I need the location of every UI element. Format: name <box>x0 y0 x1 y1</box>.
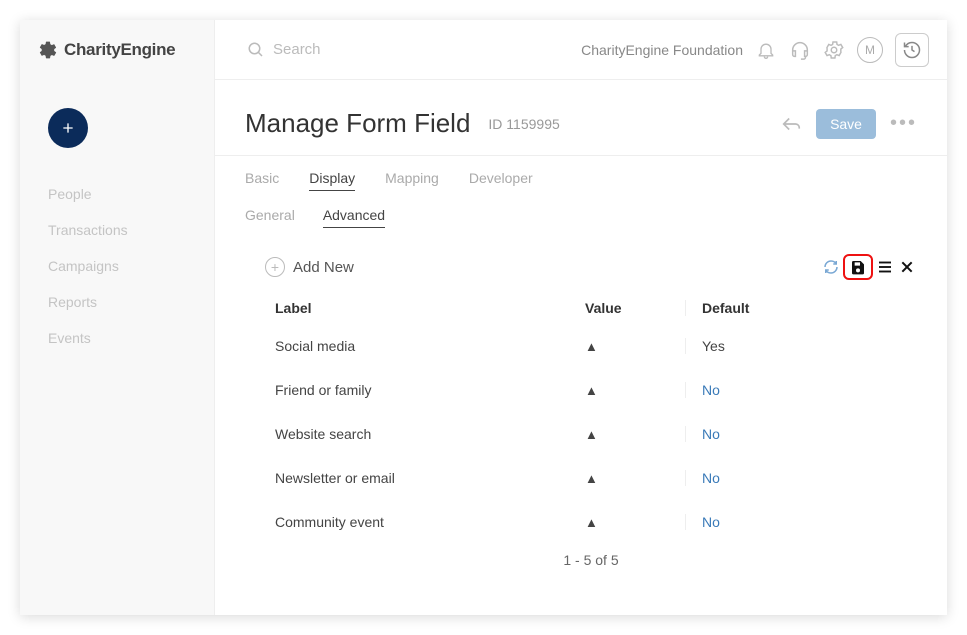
notifications-icon[interactable] <box>755 39 777 61</box>
record-id: ID 1159995 <box>488 116 559 132</box>
highlight-save <box>843 254 873 280</box>
cell-label: Newsletter or email <box>275 470 585 486</box>
tab-advanced[interactable]: Advanced <box>323 207 385 228</box>
tab-display[interactable]: Display <box>309 170 355 191</box>
search-wrap <box>233 41 569 59</box>
cell-default[interactable]: No <box>685 514 805 530</box>
cell-default[interactable]: No <box>685 426 805 442</box>
back-arrow-icon[interactable] <box>780 113 802 135</box>
refresh-icon[interactable] <box>821 257 841 277</box>
toolbar-row: + Add New <box>265 254 917 280</box>
settings-icon[interactable] <box>823 39 845 61</box>
close-icon[interactable] <box>897 257 917 277</box>
cell-default[interactable]: No <box>685 382 805 398</box>
cell-label: Social media <box>275 338 585 354</box>
cell-default: Yes <box>685 338 805 354</box>
table-row: Community event ▲ No <box>265 500 917 544</box>
primary-tabs: Basic Display Mapping Developer <box>215 156 947 199</box>
warning-icon: ▲ <box>585 383 598 398</box>
sidebar-item-transactions[interactable]: Transactions <box>48 212 214 248</box>
save-button[interactable]: Save <box>816 109 876 139</box>
list-icon[interactable] <box>875 257 895 277</box>
plus-circle-icon: + <box>265 257 285 277</box>
plus-icon <box>60 120 76 136</box>
col-header-default: Default <box>685 300 805 316</box>
cell-value: ▲ <box>585 514 685 530</box>
add-new-label: Add New <box>293 259 354 276</box>
col-header-label: Label <box>275 300 585 316</box>
headset-icon[interactable] <box>789 39 811 61</box>
cell-label: Friend or family <box>275 382 585 398</box>
tab-mapping[interactable]: Mapping <box>385 170 439 191</box>
cell-value: ▲ <box>585 382 685 398</box>
sidebar-item-reports[interactable]: Reports <box>48 284 214 320</box>
history-button[interactable] <box>895 33 929 67</box>
org-name: CharityEngine Foundation <box>581 42 743 58</box>
tab-developer[interactable]: Developer <box>469 170 533 191</box>
cell-value: ▲ <box>585 470 685 486</box>
cell-label: Community event <box>275 514 585 530</box>
warning-icon: ▲ <box>585 471 598 486</box>
search-icon <box>247 41 265 59</box>
content: + Add New <box>215 242 947 596</box>
save-disk-icon[interactable] <box>848 257 868 277</box>
warning-icon: ▲ <box>585 515 598 530</box>
topbar: CharityEngine Foundation M <box>215 20 947 80</box>
table-header: Label Value Default <box>265 292 917 324</box>
tab-basic[interactable]: Basic <box>245 170 279 191</box>
table-row: Website search ▲ No <box>265 412 917 456</box>
cell-label: Website search <box>275 426 585 442</box>
sidebar-nav: People Transactions Campaigns Reports Ev… <box>20 176 214 356</box>
brand-logo: CharityEngine <box>20 20 214 80</box>
table-row: Newsletter or email ▲ No <box>265 456 917 500</box>
pagination: 1 - 5 of 5 <box>265 544 917 576</box>
more-menu-icon[interactable]: ••• <box>890 112 917 135</box>
warning-icon: ▲ <box>585 427 598 442</box>
add-fab-button[interactable] <box>48 108 88 148</box>
sidebar: CharityEngine People Transactions Campai… <box>20 20 215 615</box>
toolbar-icons <box>821 254 917 280</box>
warning-icon: ▲ <box>585 339 598 354</box>
brand-name: CharityEngine <box>64 40 175 60</box>
page-header: Manage Form Field ID 1159995 Save ••• <box>215 80 947 156</box>
add-new-button[interactable]: + Add New <box>265 257 354 277</box>
sidebar-item-people[interactable]: People <box>48 176 214 212</box>
sidebar-item-events[interactable]: Events <box>48 320 214 356</box>
cell-default[interactable]: No <box>685 470 805 486</box>
cell-value: ▲ <box>585 426 685 442</box>
tab-general[interactable]: General <box>245 207 295 228</box>
main: CharityEngine Foundation M Manage Form F… <box>215 20 947 615</box>
avatar[interactable]: M <box>857 37 883 63</box>
table-row: Social media ▲ Yes <box>265 324 917 368</box>
search-input[interactable] <box>273 41 569 58</box>
sidebar-item-campaigns[interactable]: Campaigns <box>48 248 214 284</box>
page-title: Manage Form Field <box>245 108 470 139</box>
secondary-tabs: General Advanced <box>215 199 947 242</box>
gear-icon <box>38 40 58 60</box>
col-header-value: Value <box>585 300 685 316</box>
table-row: Friend or family ▲ No <box>265 368 917 412</box>
cell-value: ▲ <box>585 338 685 354</box>
